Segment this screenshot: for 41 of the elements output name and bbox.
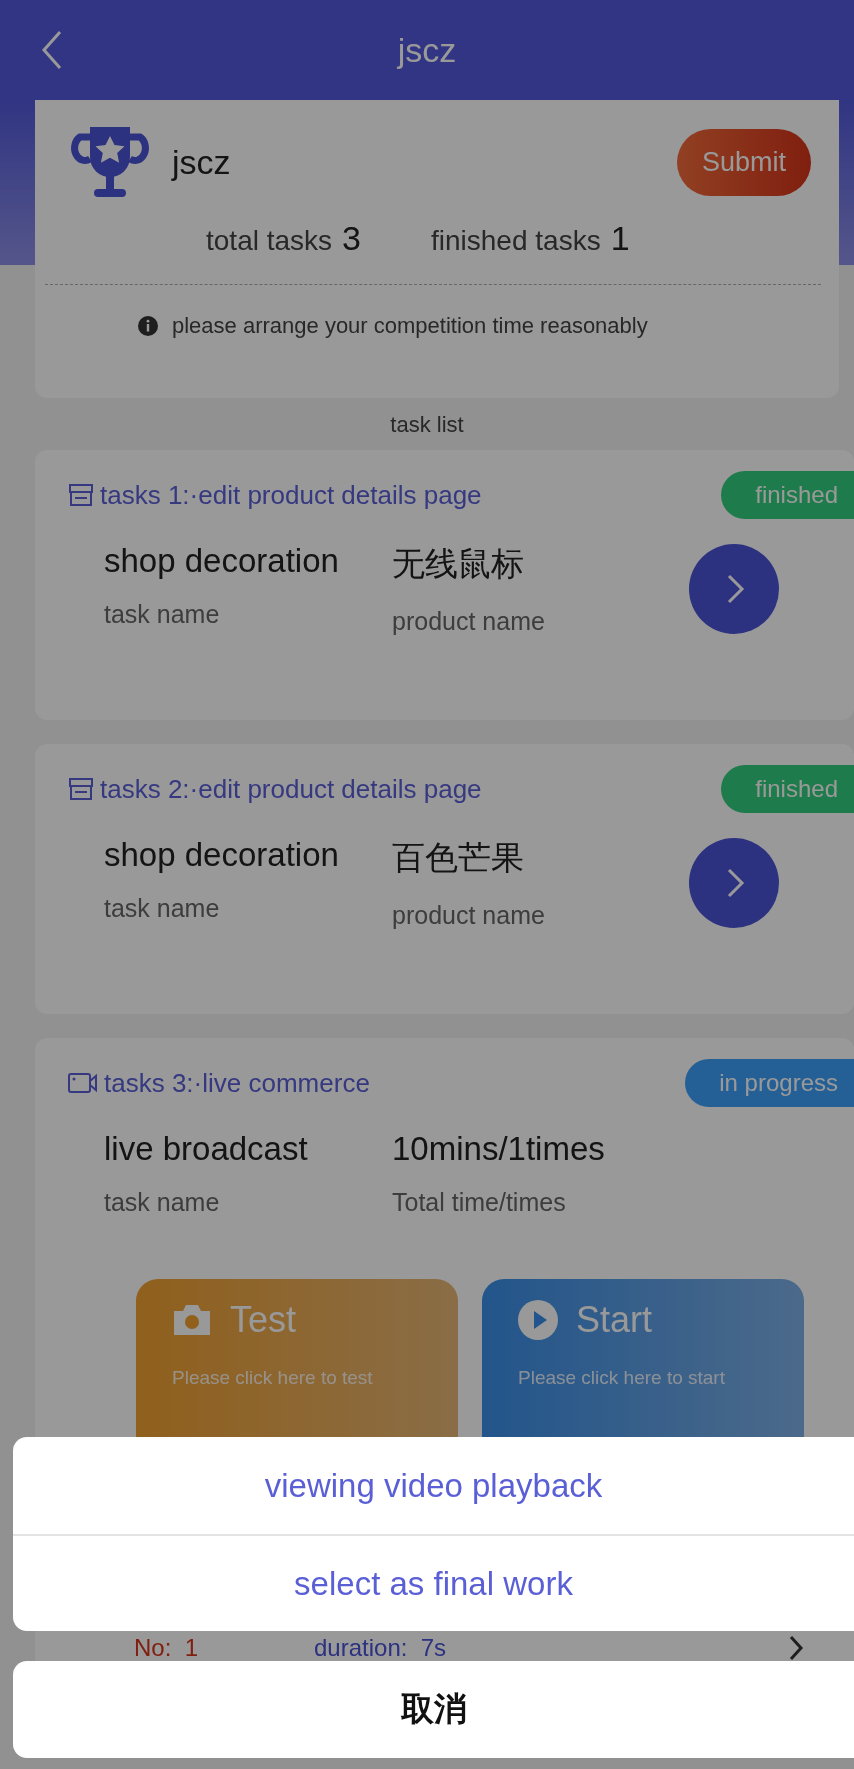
storefront-icon <box>68 483 94 507</box>
field-value: shop decoration <box>104 836 340 874</box>
field-value: shop decoration <box>104 542 340 580</box>
status-badge: finished <box>721 765 854 813</box>
chevron-right-icon[interactable] <box>788 1635 804 1661</box>
storefront-icon <box>68 777 94 801</box>
record-duration: duration: 7s <box>314 1636 448 1660</box>
competition-title: jscz <box>172 143 232 182</box>
field-label: product name <box>392 607 545 636</box>
notice-text: please arrange your competition time reasonably <box>172 313 648 339</box>
video-camera-icon <box>68 1071 98 1095</box>
field-value: live broadcast <box>104 1130 309 1168</box>
status-badge: finished <box>721 471 854 519</box>
field-value: 百色芒果 <box>392 838 525 878</box>
task-title: tasks 1:·edit product details page <box>100 479 483 511</box>
field-value: 无线鼠标 <box>392 544 525 584</box>
submit-button[interactable]: Submit <box>676 129 811 196</box>
info-icon <box>138 316 158 336</box>
finished-tasks-label: finished tasks <box>431 225 601 257</box>
field-label: task name <box>104 600 221 629</box>
cancel-button[interactable]: 取消 <box>13 1661 854 1758</box>
record-number: No: 1 <box>134 1636 200 1660</box>
finished-tasks-count: 1 <box>610 219 630 258</box>
task-title: tasks 3:·live commerce <box>104 1067 371 1099</box>
field-label: task name <box>104 894 221 923</box>
field-label: Total time/times <box>392 1188 567 1217</box>
field-label: task name <box>104 1188 221 1217</box>
field-value: 10mins/1times <box>392 1130 605 1168</box>
play-icon <box>518 1300 558 1340</box>
page-title: jscz <box>397 30 457 70</box>
task-title: tasks 2:·edit product details page <box>100 773 483 805</box>
chevron-right-button-icon[interactable] <box>689 544 779 634</box>
back-icon[interactable] <box>40 30 64 70</box>
camera-icon <box>172 1303 212 1337</box>
section-title: task list <box>389 412 465 438</box>
status-badge: in progress <box>685 1059 854 1107</box>
sheet-option[interactable]: select as final work <box>13 1534 854 1631</box>
field-label: product name <box>392 901 545 930</box>
chevron-right-button-icon[interactable] <box>689 838 779 928</box>
total-tasks-label: total tasks <box>206 225 333 257</box>
total-tasks-count: 3 <box>342 219 361 258</box>
